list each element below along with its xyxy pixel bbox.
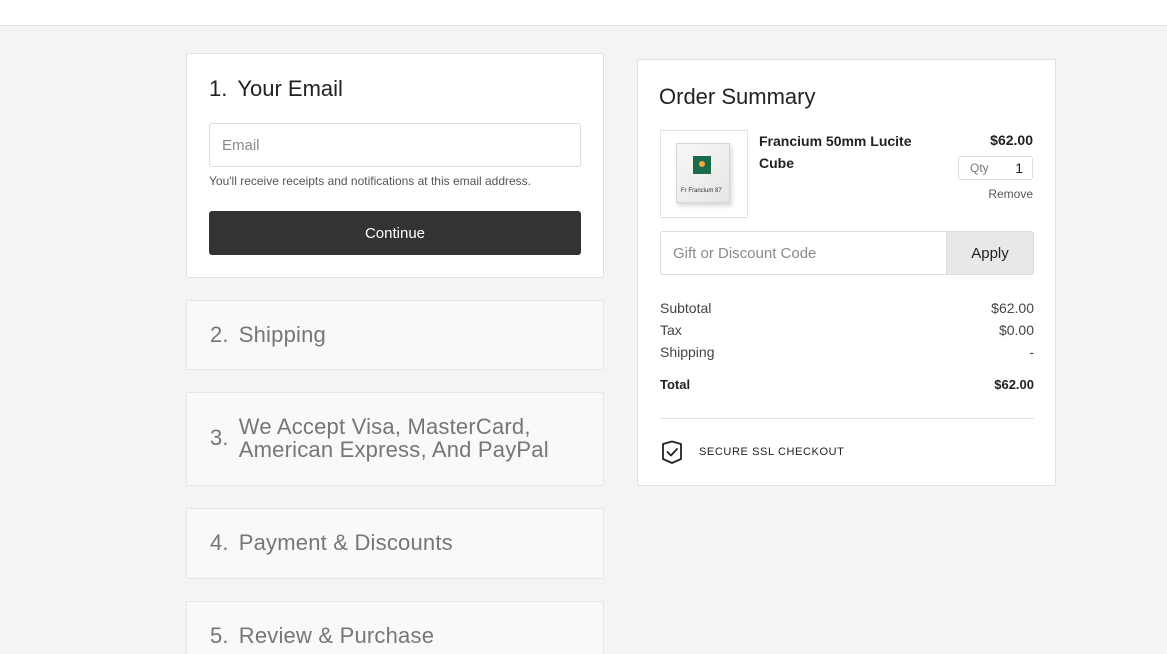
qty-label: Qty xyxy=(970,161,989,175)
quantity-field[interactable]: Qty 1 xyxy=(958,156,1033,180)
product-price: $62.00 xyxy=(990,132,1033,148)
line-label: Tax xyxy=(660,322,682,338)
step-number: 4. xyxy=(210,530,229,555)
subtotal-row: Subtotal $62.00 xyxy=(660,300,1034,316)
step-title-text: Shipping xyxy=(238,322,326,347)
apply-discount-button[interactable]: Apply xyxy=(946,231,1034,275)
total-label: Total xyxy=(660,377,691,392)
line-value: $0.00 xyxy=(998,322,1034,338)
line-value: $62.00 xyxy=(991,300,1034,316)
tax-row: Tax $0.00 xyxy=(660,322,1034,338)
remove-item-link[interactable]: Remove xyxy=(988,187,1033,201)
step-title-text: We Accept Visa, MasterCard, American Exp… xyxy=(238,414,549,462)
step-title: 4. Payment & Discounts xyxy=(210,530,453,556)
product-name[interactable]: Francium 50mm Lucite Cube xyxy=(759,130,929,174)
secure-checkout-label: SECURE SSL CHECKOUT xyxy=(699,446,845,458)
step-payment-methods: 3. We Accept Visa, MasterCard, American … xyxy=(186,392,604,486)
product-thumbnail[interactable]: Fr Francium 87 xyxy=(660,130,748,218)
shipping-row: Shipping - xyxy=(660,344,1034,360)
step-review-purchase: 5. Review & Purchase xyxy=(186,601,604,654)
step-number: 2. xyxy=(210,322,229,347)
email-step-title: 1. Your Email xyxy=(209,76,343,102)
lucite-cube-image: Fr Francium 87 xyxy=(676,143,730,203)
discount-code-input[interactable] xyxy=(660,231,946,275)
line-value: - xyxy=(1029,344,1034,360)
step-shipping: 2. Shipping xyxy=(186,300,604,370)
secure-checkout-badge: SECURE SSL CHECKOUT xyxy=(660,440,844,464)
step-title-text: Review & Purchase xyxy=(238,623,435,648)
step-title: 2. Shipping xyxy=(210,322,326,348)
step-payment-discounts: 4. Payment & Discounts xyxy=(186,508,604,579)
line-label: Shipping xyxy=(660,344,715,360)
shield-check-icon xyxy=(662,440,682,464)
step-number: 5. xyxy=(210,623,229,648)
step-number: 1. xyxy=(209,76,228,101)
qty-value[interactable]: 1 xyxy=(1015,160,1023,176)
step-title-text: Payment & Discounts xyxy=(238,530,453,555)
step-title-text: Your Email xyxy=(237,76,343,101)
step-number: 3. xyxy=(210,425,229,450)
line-label: Subtotal xyxy=(660,300,712,316)
total-row: Total $62.00 xyxy=(660,377,1034,392)
total-value: $62.00 xyxy=(994,377,1034,392)
order-summary-card: Order Summary Fr Francium 87 Francium 50… xyxy=(637,59,1056,486)
email-input[interactable] xyxy=(209,123,581,167)
step-title: 3. We Accept Visa, MasterCard, American … xyxy=(210,415,569,461)
email-step-card: 1. Your Email You'll receive receipts an… xyxy=(186,53,604,278)
order-summary-title: Order Summary xyxy=(659,84,816,109)
element-swatch xyxy=(693,156,711,174)
continue-button[interactable]: Continue xyxy=(209,211,581,255)
summary-divider xyxy=(660,418,1034,419)
step-title: 5. Review & Purchase xyxy=(210,623,434,649)
top-bar xyxy=(0,0,1167,26)
email-hint-text: You'll receive receipts and notification… xyxy=(209,174,532,188)
cube-label: Fr Francium 87 xyxy=(681,188,722,194)
